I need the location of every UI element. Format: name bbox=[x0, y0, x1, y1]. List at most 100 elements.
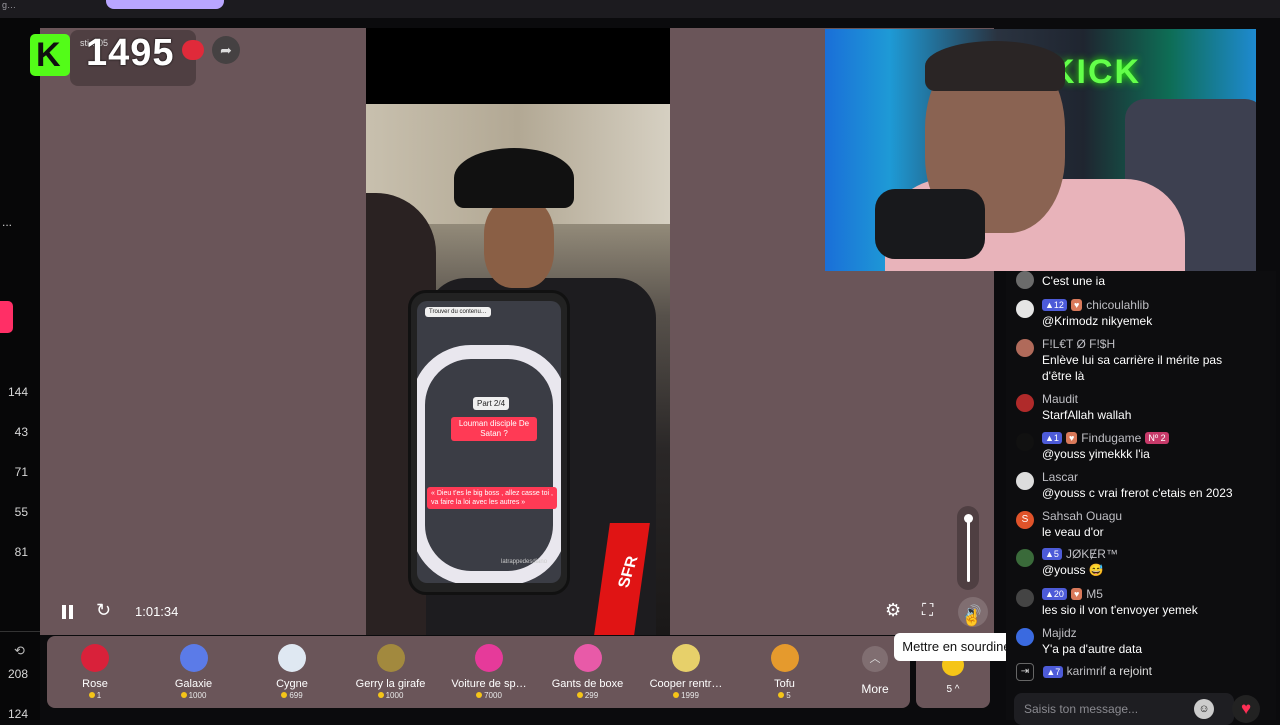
chat-username[interactable]: Majidz bbox=[1042, 626, 1077, 640]
phone-part-tag: Part 2/4 bbox=[473, 397, 510, 410]
avatar[interactable] bbox=[1016, 628, 1034, 646]
chat-username[interactable]: Maudit bbox=[1042, 392, 1078, 406]
volume-knob[interactable] bbox=[964, 514, 973, 523]
top-pill-tab[interactable] bbox=[106, 0, 224, 9]
coin-icon bbox=[281, 692, 288, 698]
avatar[interactable] bbox=[1016, 589, 1034, 607]
chat-header: ▲20 ♥ M5 bbox=[1042, 587, 1103, 601]
enter-icon: ⇥ bbox=[1016, 663, 1034, 681]
gift-item[interactable]: Tofu 5 bbox=[737, 640, 833, 706]
top-bar: g… bbox=[0, 0, 1280, 18]
sidebar-count: 124 bbox=[7, 707, 28, 721]
phone-search: Trouver du contenu… bbox=[425, 307, 491, 317]
sub-badge: ▲7 bbox=[1043, 666, 1064, 679]
gift-name: Voiture de sp… bbox=[451, 678, 527, 690]
gift-name: Cygne bbox=[276, 678, 308, 690]
gift-name: Gants de boxe bbox=[551, 678, 624, 690]
webcam-overlay: KICK bbox=[825, 29, 1256, 271]
joined-user[interactable]: karimrif bbox=[1067, 664, 1106, 678]
chat-badge: ▲12 bbox=[1042, 299, 1067, 311]
gift-extra-label: 5 ^ bbox=[946, 684, 960, 695]
chat-username[interactable]: Findugame bbox=[1081, 431, 1141, 445]
gift-price: 7000 bbox=[441, 691, 537, 700]
volume-slider[interactable] bbox=[957, 506, 979, 590]
webcam-microphone bbox=[875, 189, 985, 259]
avatar[interactable] bbox=[1016, 549, 1034, 567]
settings-gear-icon[interactable]: ⚙ bbox=[885, 600, 901, 621]
chat-panel: C'est une ia ▲12 ♥ chicoulahlib @Krimodz nik… bbox=[1006, 271, 1276, 725]
left-sidebar: ... 144 43 71 55 81 ⟲ 208 124 bbox=[0, 18, 40, 721]
gift-name: Cooper rentr… bbox=[649, 678, 723, 690]
gift-price: 5 bbox=[737, 691, 833, 700]
tv-logo: SFR bbox=[615, 554, 642, 590]
chat-header: Maudit bbox=[1042, 392, 1078, 406]
chat-text: C'est une ia bbox=[1042, 274, 1105, 288]
gift-price: 1000 bbox=[343, 691, 439, 700]
chat-text: @youss c vrai frerot c'etais en 2023 bbox=[1042, 486, 1233, 500]
chat-text: @Krimodz nikyemek bbox=[1042, 314, 1153, 328]
live-indicator[interactable] bbox=[0, 301, 13, 333]
fullscreen-icon[interactable]: ⛶ bbox=[922, 602, 933, 620]
chat-username[interactable]: chicoulahlib bbox=[1086, 298, 1149, 312]
gift-item[interactable]: Cooper rentr… 1999 bbox=[638, 640, 734, 706]
chat-badge: ▲1 bbox=[1042, 432, 1062, 444]
phone-screen: Trouver du contenu… Part 2/4 Louman disc… bbox=[417, 301, 561, 583]
chat-text: les sio il von t'envoyer yemek bbox=[1042, 603, 1198, 617]
gift-item[interactable]: Voiture de sp… 7000 bbox=[441, 640, 537, 706]
phone-caption-top: Louman disciple De Satan ? bbox=[451, 417, 537, 441]
player-controls: ↻ 1:01:34 ⚙ ⛶ 🔊 bbox=[40, 595, 994, 631]
chat-header: Majidz bbox=[1042, 626, 1077, 640]
sidebar-count: 43 bbox=[14, 425, 28, 439]
avatar[interactable] bbox=[1016, 433, 1034, 451]
webcam-hair bbox=[925, 41, 1065, 91]
gift-item[interactable]: Cygne 699 bbox=[244, 640, 340, 706]
gift-item[interactable]: Galaxie 1000 bbox=[146, 640, 242, 706]
chat-username[interactable]: M5 bbox=[1086, 587, 1103, 601]
avatar[interactable] bbox=[1016, 472, 1034, 490]
chat-username[interactable]: JØKɆR™ bbox=[1066, 547, 1118, 561]
chat-badge: ▲20 bbox=[1042, 588, 1067, 600]
avatar[interactable]: S bbox=[1016, 511, 1034, 529]
coin-icon bbox=[778, 692, 785, 698]
gift-price: 1000 bbox=[146, 691, 242, 700]
chat-text: le veau d'or bbox=[1042, 525, 1104, 539]
chat-badge: ♥ bbox=[1070, 299, 1083, 311]
volume-track bbox=[967, 516, 970, 582]
elapsed-time: 1:01:34 bbox=[135, 604, 179, 619]
gift-icon bbox=[81, 644, 109, 672]
chat-text: Enlève lui sa carrière il mérite pas d'ê… bbox=[1042, 353, 1223, 383]
avatar[interactable] bbox=[1016, 300, 1034, 318]
video-frame[interactable]: Trouver du contenu… Part 2/4 Louman disc… bbox=[366, 28, 670, 635]
phone-channel: latrappedesdiano bbox=[501, 559, 548, 565]
chat-username[interactable]: Lascar bbox=[1042, 470, 1078, 484]
emoji-icon[interactable]: ☺ bbox=[1194, 699, 1214, 719]
live-badge bbox=[182, 40, 204, 60]
avatar[interactable] bbox=[1016, 271, 1034, 289]
chat-badge: ▲5 bbox=[1042, 548, 1062, 560]
sidebar-count: 55 bbox=[14, 505, 28, 519]
reload-icon[interactable]: ↻ bbox=[96, 600, 111, 621]
sidebar-count: 208 bbox=[7, 667, 28, 681]
gift-item[interactable]: Rose 1 bbox=[47, 640, 143, 706]
gift-item[interactable]: Gerry la girafe 1000 bbox=[343, 640, 439, 706]
chat-header: ▲1 ♥ Findugame Nº 2 bbox=[1042, 431, 1169, 445]
join-notice: ⇥ ▲7 karimrif a rejoint bbox=[1016, 663, 1266, 681]
gift-item[interactable]: Gants de boxe 299 bbox=[540, 640, 636, 706]
gift-bar: Rose 1 Galaxie 1000 Cygne 699 Gerry la girafe 1… bbox=[47, 636, 910, 708]
avatar[interactable] bbox=[1016, 339, 1034, 357]
chat-username[interactable]: Sahsah Ouagu bbox=[1042, 509, 1122, 523]
pause-button[interactable] bbox=[62, 605, 74, 619]
chat-username[interactable]: F!L€T Ø F!$H bbox=[1042, 337, 1115, 351]
more-gifts-button[interactable]: ︿ More bbox=[855, 646, 895, 696]
video-figure-face bbox=[484, 198, 554, 288]
chat-text: @youss 😅 bbox=[1042, 563, 1104, 577]
share-button[interactable]: ➦ bbox=[212, 36, 240, 64]
gift-price: 699 bbox=[244, 691, 340, 700]
more-icon[interactable]: ... bbox=[2, 215, 12, 229]
heart-icon[interactable]: ♥ bbox=[1232, 695, 1260, 723]
gift-icon bbox=[376, 644, 405, 672]
avatar[interactable] bbox=[1016, 394, 1034, 412]
gift-icon bbox=[278, 644, 306, 672]
refresh-icon[interactable]: ⟲ bbox=[14, 643, 25, 659]
divider bbox=[0, 631, 40, 632]
